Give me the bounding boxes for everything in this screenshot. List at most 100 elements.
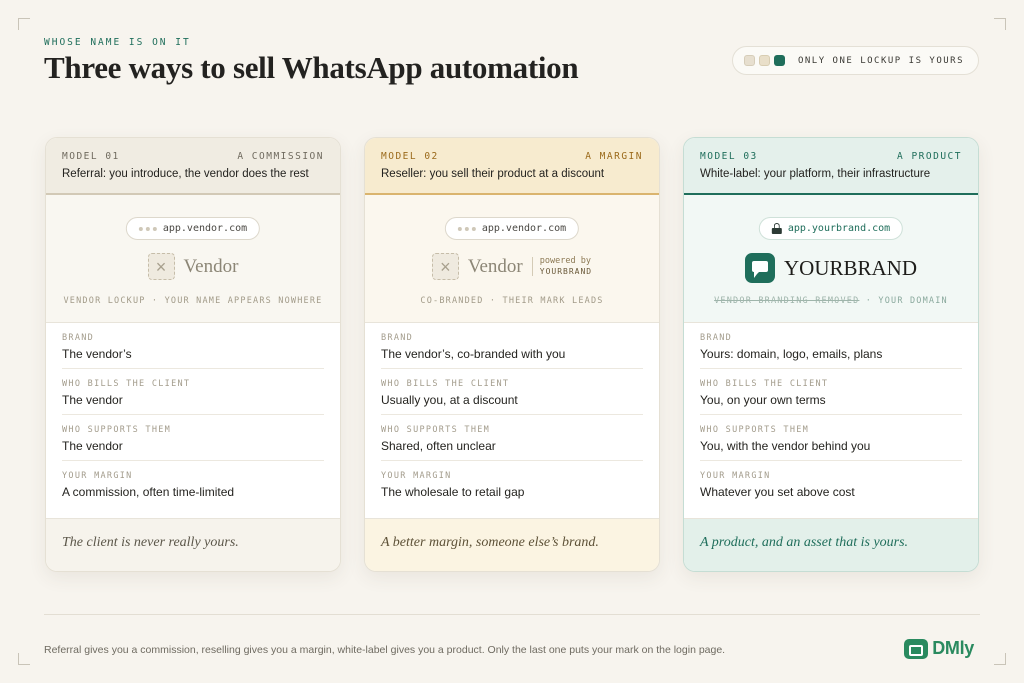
detail-row-margin: YOUR MARGIN Whatever you set above cost [700, 461, 962, 507]
lock-icon [771, 223, 782, 234]
placeholder-x-icon: × [147, 253, 175, 280]
detail-value: The vendor’s [62, 347, 132, 361]
corner-mark-bottom-right [994, 653, 1006, 665]
dmly-logo-text: DMly [932, 638, 974, 658]
detail-row-billing: WHO BILLS THE CLIENT Usually you, at a d… [381, 369, 643, 415]
dmly-logo-icon [904, 638, 929, 659]
card-subtitle: Reseller: you sell their product at a di… [381, 168, 605, 180]
legend-swatch-referral [743, 55, 755, 66]
legend-text: ONLY ONE LOCKUP IS YOURS [797, 55, 964, 66]
powered-by-tag: powered by YOURBRAND [531, 256, 593, 276]
eyebrow-label: WHOSE NAME IS ON IT [44, 37, 191, 48]
card-reseller: MODEL 02 A MARGIN Reseller: you sell the… [364, 137, 660, 572]
footer-note: Referral gives you a commission, reselli… [44, 644, 726, 656]
detail-row-billing: WHO BILLS THE CLIENT You, on your own te… [700, 369, 962, 415]
detail-value: The vendor [62, 439, 123, 453]
powered-by-brand: YOURBRAND [539, 266, 593, 276]
model-number: MODEL 03 [700, 151, 758, 162]
card-subtitle: White-label: your platform, their infras… [700, 168, 931, 180]
vendor-name: Vendor [183, 255, 239, 277]
cobranded-lockup: × Vendor powered by YOURBRAND [365, 253, 659, 280]
model-number: MODEL 02 [381, 151, 439, 162]
detail-label: WHO BILLS THE CLIENT [381, 379, 510, 389]
detail-row-support: WHO SUPPORTS THEM Shared, often unclear [381, 415, 643, 461]
detail-row-brand: BRAND Yours: domain, logo, emails, plans [700, 323, 962, 369]
card-footer-quote: A product, and an asset that is yours. [684, 518, 978, 571]
detail-label: BRAND [381, 333, 414, 343]
lockup-preview: app.vendor.com × Vendor powered by YOURB… [365, 195, 659, 323]
placeholder-x-icon: × [431, 253, 459, 280]
card-referral: MODEL 01 A COMMISSION Referral: you intr… [45, 137, 341, 572]
url-text: app.yourbrand.com [787, 223, 891, 234]
detail-value: The vendor’s, co-branded with you [381, 347, 566, 361]
brand-name: YOURBRAND [783, 255, 917, 280]
chat-bubble-icon [744, 253, 775, 283]
lockup-caption: VENDOR BRANDING REMOVED · YOUR DOMAIN [684, 296, 978, 306]
corner-mark-bottom-left [18, 653, 30, 665]
corner-mark-top-right [994, 18, 1006, 30]
url-text: app.vendor.com [481, 223, 567, 234]
detail-label: YOUR MARGIN [62, 471, 133, 481]
legend-swatch-whitelabel [773, 55, 785, 66]
details-list: BRAND Yours: domain, logo, emails, plans… [684, 323, 978, 507]
dots-icon [457, 226, 476, 231]
legend-swatch-reseller [758, 55, 770, 66]
card-header: MODEL 01 A COMMISSION Referral: you intr… [46, 138, 340, 195]
detail-value: Yours: domain, logo, emails, plans [700, 347, 883, 361]
vendor-name: Vendor [467, 255, 523, 277]
detail-value: Whatever you set above cost [700, 485, 855, 499]
card-footer-quote: The client is never really yours. [46, 518, 340, 571]
detail-row-support: WHO SUPPORTS THEM You, with the vendor b… [700, 415, 962, 461]
detail-label: WHO BILLS THE CLIENT [62, 379, 191, 389]
detail-value: The wholesale to retail gap [381, 485, 525, 499]
lockup-legend: ONLY ONE LOCKUP IS YOURS [731, 46, 979, 75]
detail-label: WHO SUPPORTS THEM [700, 425, 810, 435]
detail-label: YOUR MARGIN [381, 471, 452, 481]
detail-row-brand: BRAND The vendor’s, co-branded with you [381, 323, 643, 369]
detail-row-margin: YOUR MARGIN The wholesale to retail gap [381, 461, 643, 507]
lockup-caption: CO-BRANDED · THEIR MARK LEADS [420, 296, 604, 306]
card-white-label: MODEL 03 A PRODUCT White-label: your pla… [683, 137, 979, 572]
card-header: MODEL 02 A MARGIN Reseller: you sell the… [365, 138, 659, 195]
detail-row-support: WHO SUPPORTS THEM The vendor [62, 415, 324, 461]
detail-label: WHO BILLS THE CLIENT [700, 379, 829, 389]
model-kind: A COMMISSION [237, 151, 324, 162]
details-list: BRAND The vendor’s WHO BILLS THE CLIENT … [46, 323, 340, 507]
powered-by-label: powered by [539, 256, 591, 267]
model-number: MODEL 01 [62, 151, 120, 162]
caption-rest: · YOUR DOMAIN [859, 296, 948, 306]
detail-label: BRAND [700, 333, 733, 343]
corner-mark-top-left [18, 18, 30, 30]
detail-row-margin: YOUR MARGIN A commission, often time-lim… [62, 461, 324, 507]
card-header: MODEL 03 A PRODUCT White-label: your pla… [684, 138, 978, 195]
footer-divider [44, 614, 980, 615]
lockup-preview: app.vendor.com × Vendor VENDOR LOCKUP · … [46, 195, 340, 323]
page-title: Three ways to sell WhatsApp automation [44, 50, 579, 85]
struck-caption: VENDOR BRANDING REMOVED [714, 296, 860, 306]
vendor-lockup: × Vendor [46, 253, 340, 280]
detail-value: Shared, often unclear [381, 439, 496, 453]
detail-row-billing: WHO BILLS THE CLIENT The vendor [62, 369, 324, 415]
dots-icon [138, 226, 157, 231]
url-pill: app.vendor.com [125, 217, 261, 240]
url-pill: app.yourbrand.com [758, 217, 904, 240]
url-text: app.vendor.com [162, 223, 248, 234]
card-subtitle: Referral: you introduce, the vendor does… [62, 168, 309, 180]
model-kind: A MARGIN [585, 151, 643, 162]
lockup-preview: app.yourbrand.com YOURBRAND VENDOR BRAND… [684, 195, 978, 323]
model-kind: A PRODUCT [897, 151, 962, 162]
detail-label: YOUR MARGIN [700, 471, 771, 481]
card-footer-quote: A better margin, someone else’s brand. [365, 518, 659, 571]
details-list: BRAND The vendor’s, co-branded with you … [365, 323, 659, 507]
detail-label: WHO SUPPORTS THEM [381, 425, 491, 435]
url-pill: app.vendor.com [444, 217, 580, 240]
dmly-logo: DMly [904, 638, 974, 659]
detail-value: You, with the vendor behind you [700, 439, 871, 453]
yourbrand-lockup: YOURBRAND [684, 253, 978, 283]
detail-label: WHO SUPPORTS THEM [62, 425, 172, 435]
detail-value: Usually you, at a discount [381, 393, 518, 407]
lockup-caption: VENDOR LOCKUP · YOUR NAME APPEARS NOWHER… [63, 296, 323, 306]
detail-value: The vendor [62, 393, 123, 407]
detail-value: A commission, often time-limited [62, 485, 235, 499]
detail-value: You, on your own terms [700, 393, 826, 407]
